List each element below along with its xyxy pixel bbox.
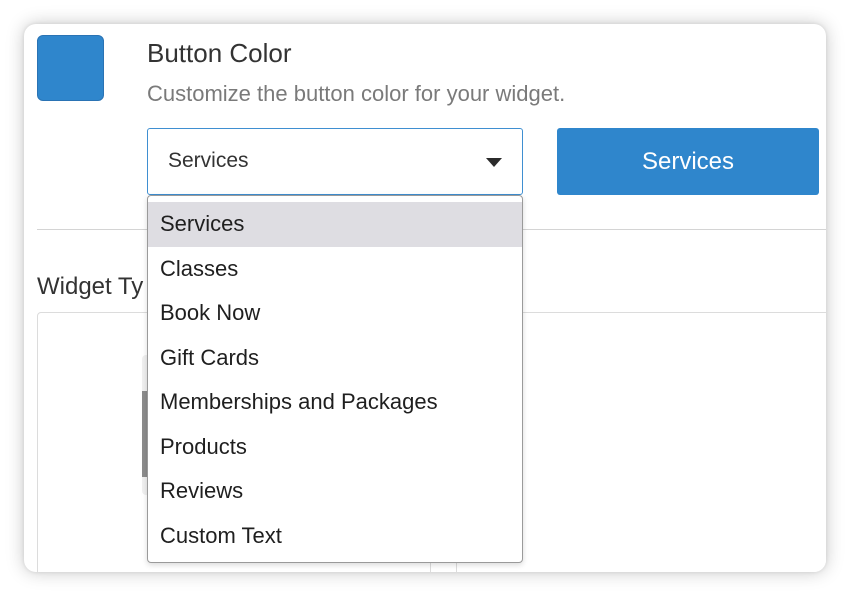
dropdown-option[interactable]: Book Now	[148, 291, 522, 336]
chevron-down-icon	[486, 158, 502, 167]
preview-button[interactable]: Services	[557, 128, 819, 195]
dropdown-option[interactable]: Memberships and Packages	[148, 380, 522, 425]
dropdown-option[interactable]: Classes	[148, 247, 522, 292]
button-color-title: Button Color	[147, 38, 292, 68]
dropdown-option[interactable]: Products	[148, 425, 522, 470]
button-color-subtitle: Customize the button color for your widg…	[147, 81, 566, 106]
button-color-swatch[interactable]	[37, 35, 104, 101]
dropdown-option[interactable]: Gift Cards	[148, 336, 522, 381]
button-label-select[interactable]: Services	[147, 128, 523, 195]
dropdown-option[interactable]: Custom Text	[148, 514, 522, 559]
dropdown-option[interactable]: Services	[148, 202, 522, 247]
widget-type-heading: Widget Ty	[37, 273, 144, 300]
dropdown-option[interactable]: Reviews	[148, 469, 522, 514]
screenshot-stage: Button Color Customize the button color …	[0, 0, 851, 596]
select-dropdown-menu: Services Classes Book Now Gift Cards Members…	[147, 195, 523, 563]
select-current-value: Services	[168, 149, 249, 172]
settings-panel: Button Color Customize the button color …	[24, 24, 826, 572]
